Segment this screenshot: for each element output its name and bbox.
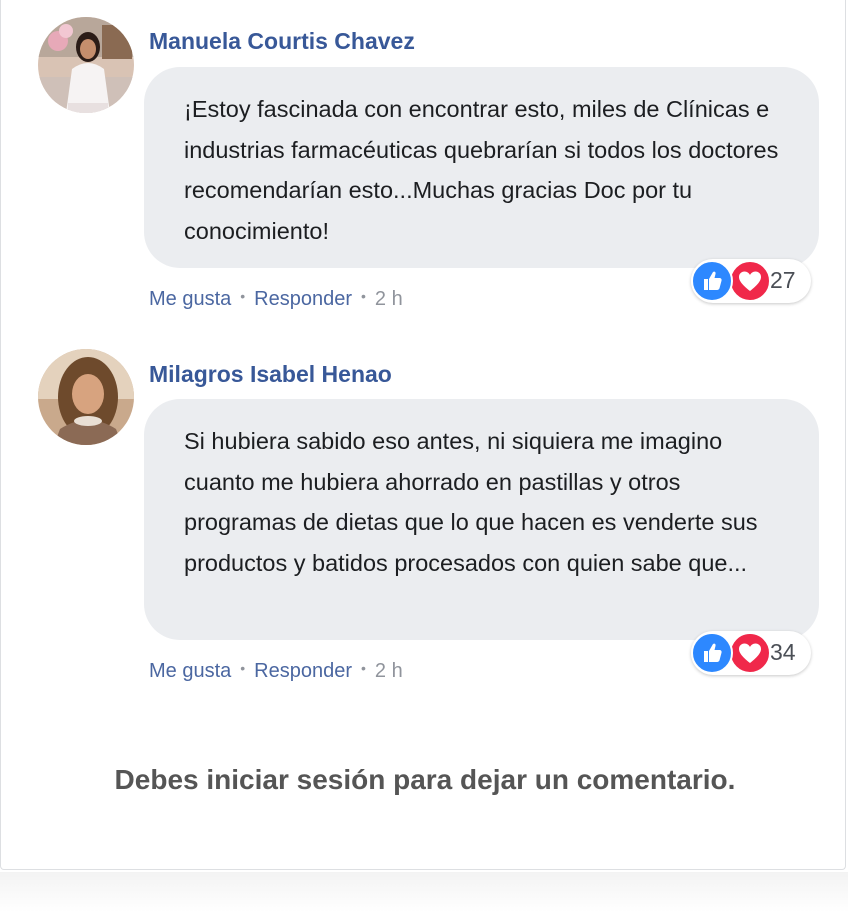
love-icon xyxy=(729,632,771,674)
login-required-message: Debes iniciar sesión para dejar un comen… xyxy=(114,764,736,795)
comment-bubble: ¡Estoy fascinada con encontrar esto, mil… xyxy=(144,67,819,268)
separator-dot: • xyxy=(240,288,246,304)
page-background-shadow xyxy=(0,872,848,912)
separator-dot: • xyxy=(361,660,366,676)
avatar[interactable] xyxy=(38,17,134,113)
comment-text: Si hubiera sabido eso antes, ni siquiera… xyxy=(184,428,758,576)
like-link[interactable]: Me gusta xyxy=(149,288,231,310)
love-icon xyxy=(729,260,771,302)
comment-text: ¡Estoy fascinada con encontrar esto, mil… xyxy=(184,96,779,244)
comments-panel: Manuela Courtis Chavez ¡Estoy fascinada … xyxy=(0,0,846,870)
comment-author[interactable]: Milagros Isabel Henao xyxy=(149,361,392,388)
comment-author[interactable]: Manuela Courtis Chavez xyxy=(149,28,415,55)
reply-link[interactable]: Responder xyxy=(254,288,352,310)
like-icon xyxy=(691,632,733,674)
reaction-count: 34 xyxy=(770,639,796,665)
reaction-summary[interactable]: 34 xyxy=(691,631,811,675)
avatar[interactable] xyxy=(38,349,134,445)
comment-actions: Me gusta • Responder • 2 h xyxy=(149,288,403,311)
reaction-summary[interactable]: 27 xyxy=(691,259,811,303)
reply-link[interactable]: Responder xyxy=(254,660,352,682)
like-link[interactable]: Me gusta xyxy=(149,660,231,682)
comment-bubble: Si hubiera sabido eso antes, ni siquiera… xyxy=(144,399,819,640)
like-icon xyxy=(691,260,733,302)
comment-timestamp[interactable]: 2 h xyxy=(375,288,403,310)
comment-timestamp[interactable]: 2 h xyxy=(375,660,403,682)
separator-dot: • xyxy=(240,660,246,676)
separator-dot: • xyxy=(361,288,366,304)
comment-actions: Me gusta • Responder • 2 h xyxy=(149,660,403,683)
reaction-count: 27 xyxy=(770,267,796,293)
